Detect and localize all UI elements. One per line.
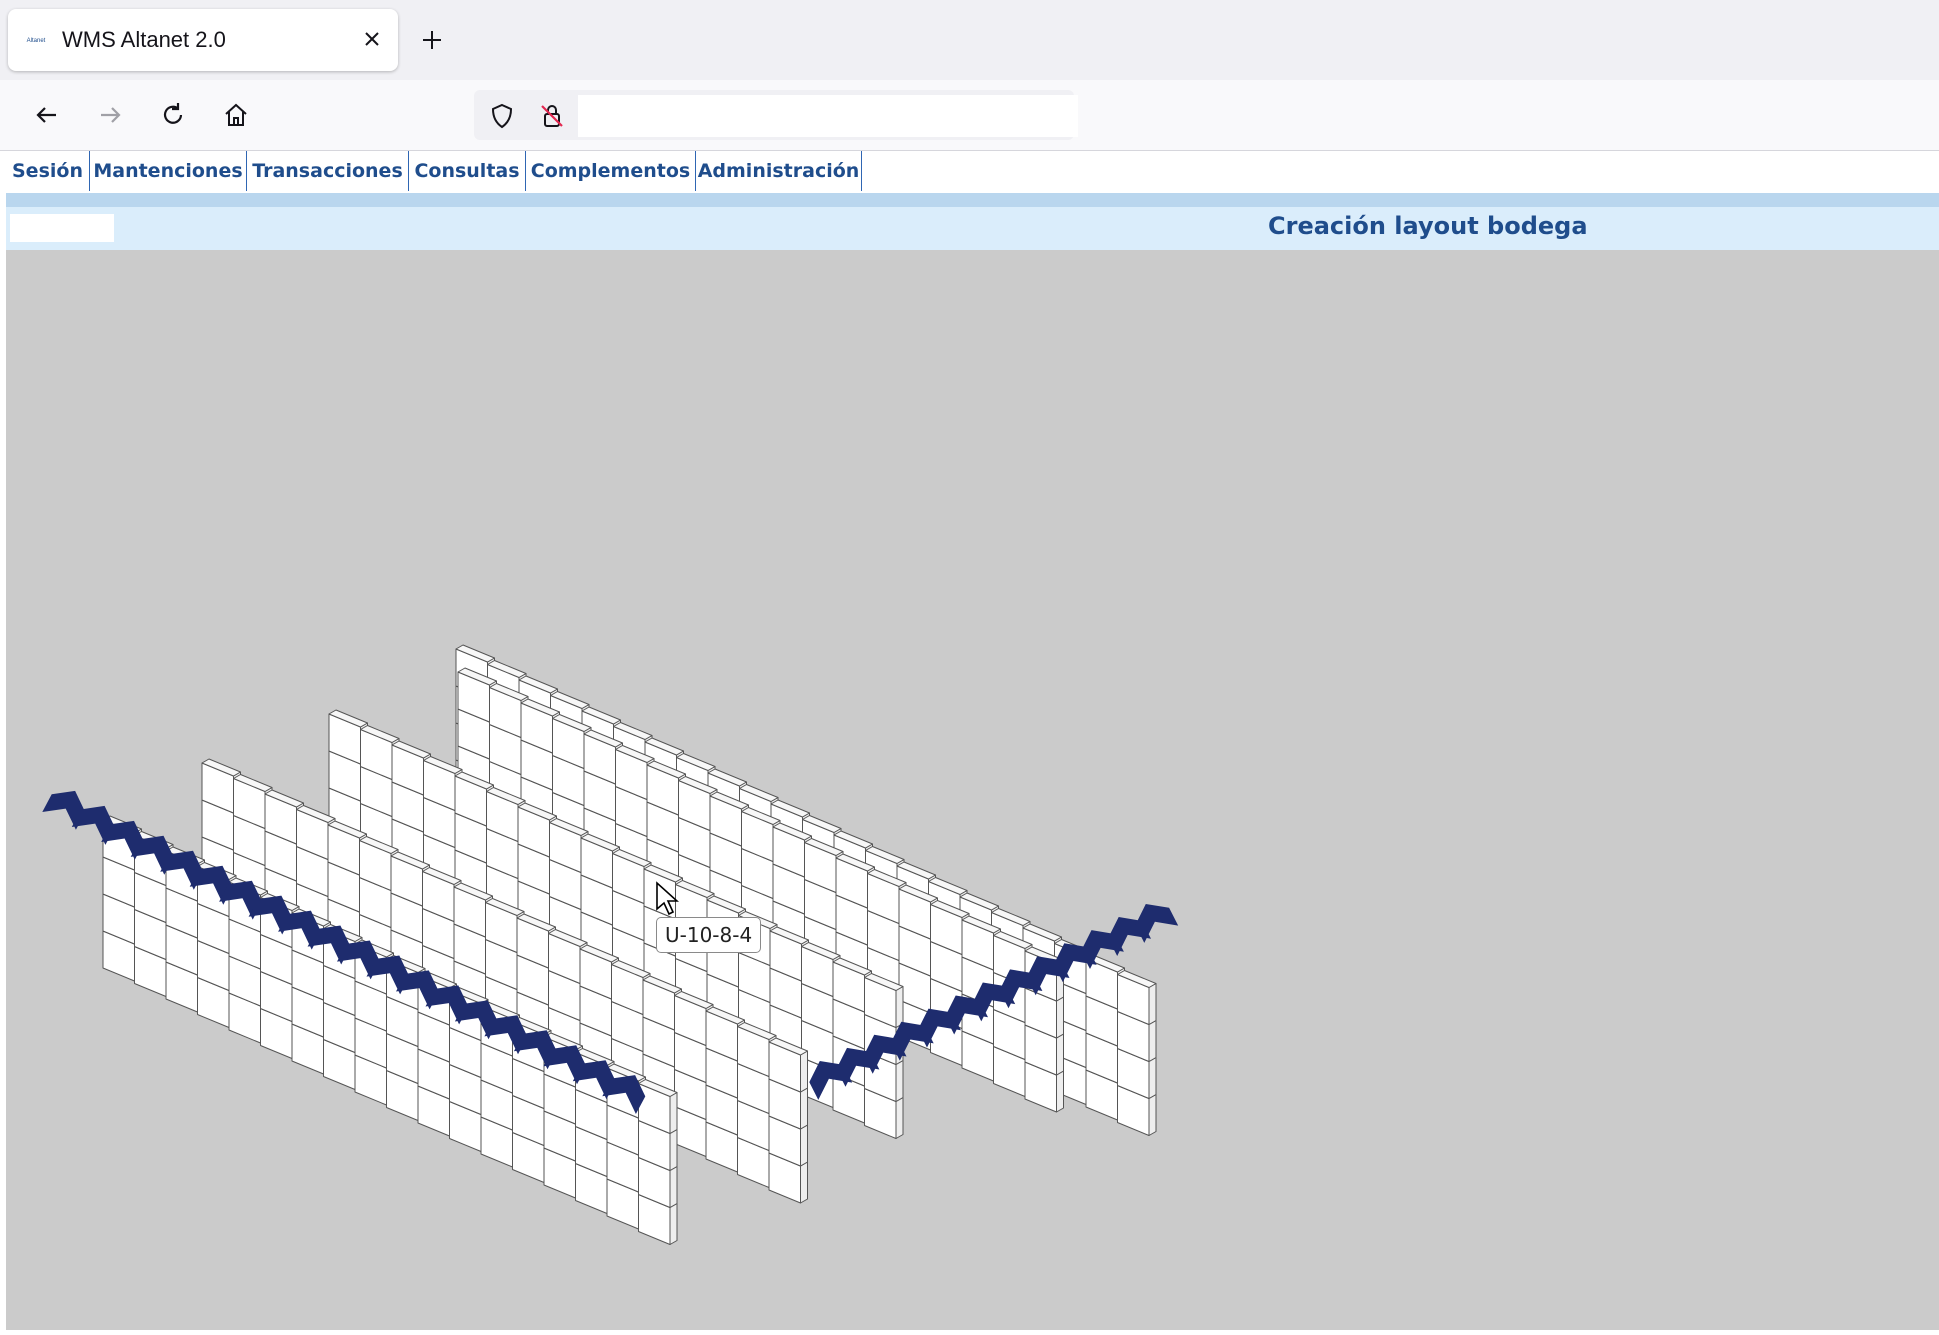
header-strip bbox=[6, 193, 1939, 207]
tab-title: WMS Altanet 2.0 bbox=[62, 27, 226, 52]
forward-arrow-icon[interactable] bbox=[93, 98, 127, 132]
back-arrow-icon[interactable] bbox=[30, 98, 64, 132]
location-tooltip: U-10-8-4 bbox=[656, 917, 762, 953]
svg-text:Altanet: Altanet bbox=[27, 38, 46, 44]
arrow-chevron bbox=[1135, 904, 1179, 943]
insecure-lock-icon[interactable] bbox=[538, 102, 566, 130]
menu-item-complementos[interactable]: Complementos bbox=[526, 151, 696, 191]
main-menu-bar: Sesión Mantenciones Transacciones Consul… bbox=[0, 151, 1939, 192]
warehouse-3d-scene[interactable] bbox=[6, 250, 1939, 1330]
browser-toolbar bbox=[0, 80, 1939, 151]
url-input[interactable] bbox=[578, 95, 1078, 137]
title-bar-field[interactable] bbox=[10, 214, 114, 242]
reload-icon[interactable] bbox=[156, 98, 190, 132]
home-icon[interactable] bbox=[219, 98, 253, 132]
title-bar: Creación layout bodega bbox=[6, 207, 1939, 250]
shield-icon[interactable] bbox=[488, 102, 516, 130]
menu-item-consultas[interactable]: Consultas bbox=[409, 151, 526, 191]
layout-canvas[interactable]: U-10-8-4 bbox=[6, 250, 1939, 1330]
menu-item-mantenciones[interactable]: Mantenciones bbox=[90, 151, 247, 191]
favicon-icon: Altanet bbox=[27, 38, 46, 44]
menu-item-sesion[interactable]: Sesión bbox=[6, 151, 90, 191]
browser-tab-bar: Altanet WMS Altanet 2.0 bbox=[0, 0, 1939, 80]
mouse-pointer-icon bbox=[656, 881, 679, 916]
menu-item-administracion[interactable]: Administración bbox=[696, 151, 862, 191]
close-icon[interactable] bbox=[358, 25, 386, 53]
browser-tab[interactable]: Altanet WMS Altanet 2.0 bbox=[8, 9, 398, 71]
menu-item-transacciones[interactable]: Transacciones bbox=[247, 151, 409, 191]
url-bar[interactable] bbox=[474, 90, 1078, 140]
new-tab-icon[interactable] bbox=[418, 26, 446, 54]
page-title: Creación layout bodega bbox=[1268, 212, 1588, 240]
